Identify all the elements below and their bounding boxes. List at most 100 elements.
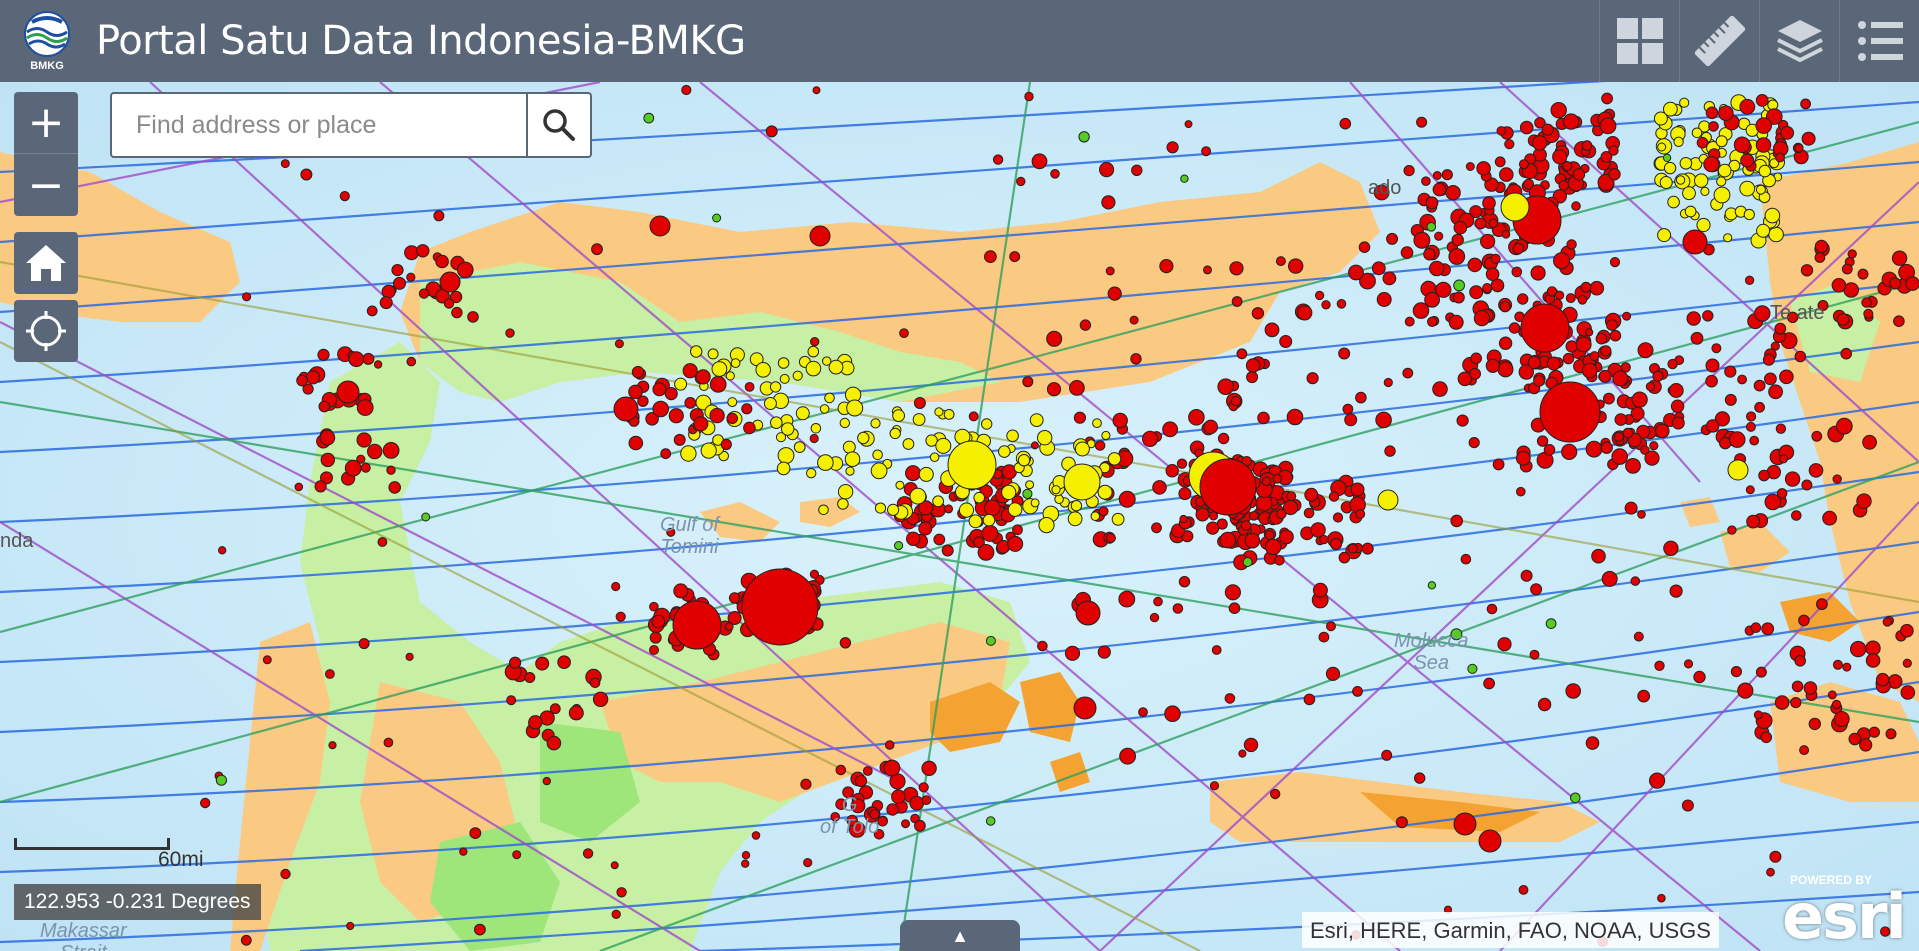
earthquake-marker-red[interactable] [1165,464,1179,478]
earthquake-marker-red[interactable] [1303,693,1316,706]
earthquake-marker-red[interactable] [1585,440,1603,458]
earthquake-marker[interactable] [800,778,812,790]
earthquake-marker-red[interactable] [1474,217,1487,230]
earthquake-marker-red[interactable] [1441,169,1453,181]
earthquake-marker-red[interactable] [1708,121,1719,132]
earthquake-marker-large[interactable] [336,380,360,404]
earthquake-marker-red[interactable] [1808,463,1824,478]
earthquake-marker-red[interactable] [1283,499,1299,516]
earthquake-marker-red[interactable] [918,782,929,793]
earthquake-marker-red[interactable] [1264,322,1280,338]
earthquake-marker-yellow[interactable] [1716,176,1727,187]
earthquake-marker-yellow[interactable] [674,377,688,391]
earthquake-marker[interactable] [1179,514,1188,524]
earthquake-marker-red[interactable] [1862,434,1877,450]
earthquake-marker[interactable] [373,360,383,369]
earthquake-marker-red[interactable] [1893,315,1905,327]
earthquake-marker-red[interactable] [356,399,374,417]
earthquake-marker[interactable] [1633,631,1644,642]
earthquake-marker[interactable] [1105,533,1116,543]
earthquake-marker-yellow[interactable] [1764,207,1781,224]
earthquake-marker-red[interactable] [1451,233,1464,247]
earthquake-marker-red[interactable] [1105,266,1115,276]
earthquake-marker-red[interactable] [1779,454,1788,464]
earthquake-marker-red[interactable] [1445,185,1461,201]
earthquake-marker-red[interactable] [1705,106,1719,120]
earthquake-marker-red[interactable] [1329,537,1343,551]
earthquake-marker-red[interactable] [1251,307,1265,320]
earthquake-marker[interactable] [1030,441,1039,450]
earthquake-marker-yellow[interactable] [1092,418,1102,429]
earthquake-marker-red[interactable] [1637,342,1654,359]
earthquake-marker-red[interactable] [1097,645,1111,659]
earthquake-marker-red[interactable] [1530,583,1543,596]
earthquake-marker-red[interactable] [1432,182,1447,197]
earthquake-marker-red[interactable] [1764,372,1777,386]
earthquake-marker[interactable] [591,243,603,256]
earthquake-marker-red[interactable] [528,715,543,730]
earthquake-marker[interactable] [240,934,252,946]
earthquake-marker-red[interactable] [1079,319,1092,331]
earthquake-marker-yellow[interactable] [844,451,861,468]
earthquake-marker-red[interactable] [1483,677,1495,690]
earthquake-marker-red[interactable] [1905,276,1919,291]
earthquake-marker-red[interactable] [1776,488,1788,499]
earthquake-marker-red[interactable] [1069,380,1085,396]
earthquake-marker-yellow[interactable] [902,438,915,450]
earthquake-marker[interactable] [1570,792,1581,804]
earthquake-marker-red[interactable] [1195,507,1210,522]
earthquake-marker-red[interactable] [1257,411,1270,425]
earthquake-marker[interactable] [1754,401,1765,413]
earthquake-marker-red[interactable] [1581,362,1598,379]
earthquake-marker-red[interactable] [1094,440,1106,451]
earthquake-marker-red[interactable] [1118,490,1136,508]
earthquake-marker-red[interactable] [1561,443,1578,460]
earthquake-marker-large[interactable] [741,568,819,646]
earthquake-marker-red[interactable] [1775,423,1787,434]
earthquake-marker-large[interactable] [1478,829,1502,853]
earthquake-marker-red[interactable] [1264,538,1282,556]
earthquake-marker-red[interactable] [1286,408,1304,426]
earthquake-marker-red[interactable] [1644,450,1660,466]
earthquake-marker-red[interactable] [1562,352,1575,365]
earthquake-marker[interactable] [300,168,313,181]
earthquake-marker-yellow[interactable] [1657,228,1672,243]
earthquake-marker-red[interactable] [386,465,396,475]
earthquake-marker[interactable] [1326,621,1336,632]
search-button[interactable] [526,94,590,156]
earthquake-marker-red[interactable] [1836,313,1850,326]
earthquake-marker[interactable] [1762,353,1775,366]
earthquake-marker-red[interactable] [1565,683,1581,699]
earthquake-marker-red[interactable] [1208,511,1219,521]
earthquake-marker-yellow[interactable] [1682,186,1696,201]
earthquake-marker-red[interactable] [651,614,666,629]
earthquake-marker[interactable] [725,622,734,631]
earthquake-marker[interactable] [1224,693,1236,704]
earthquake-marker-red[interactable] [1865,653,1881,668]
earthquake-marker[interactable] [366,305,378,317]
earthquake-marker-red[interactable] [1703,156,1720,173]
earthquake-marker-red[interactable] [1229,261,1244,276]
earthquake-marker[interactable] [614,339,624,349]
earthquake-marker-red[interactable] [1598,369,1612,383]
earthquake-marker[interactable] [610,861,619,870]
earthquake-marker-red[interactable] [1297,305,1313,321]
earthquake-marker-red[interactable] [1571,201,1581,211]
earthquake-marker[interactable] [1270,788,1281,800]
earthquake-marker-red[interactable] [416,244,430,258]
earthquake-marker[interactable] [1318,631,1330,643]
earthquake-marker[interactable] [1832,659,1843,670]
earthquake-marker-red[interactable] [1448,314,1464,330]
earthquake-marker[interactable] [1518,885,1529,895]
earthquake-marker-red[interactable] [1550,102,1567,119]
earthquake-marker-red[interactable] [1859,738,1873,752]
earthquake-marker[interactable] [1242,557,1253,568]
earthquake-marker-yellow[interactable] [779,373,790,384]
earthquake-marker[interactable] [200,797,211,809]
earthquake-marker-red[interactable] [1791,680,1804,693]
earthquake-marker[interactable] [765,125,778,138]
earthquake-marker[interactable] [1501,230,1511,239]
earthquake-marker[interactable] [1426,222,1437,232]
earthquake-marker[interactable] [751,831,761,840]
earthquake-marker-red[interactable] [549,703,561,715]
